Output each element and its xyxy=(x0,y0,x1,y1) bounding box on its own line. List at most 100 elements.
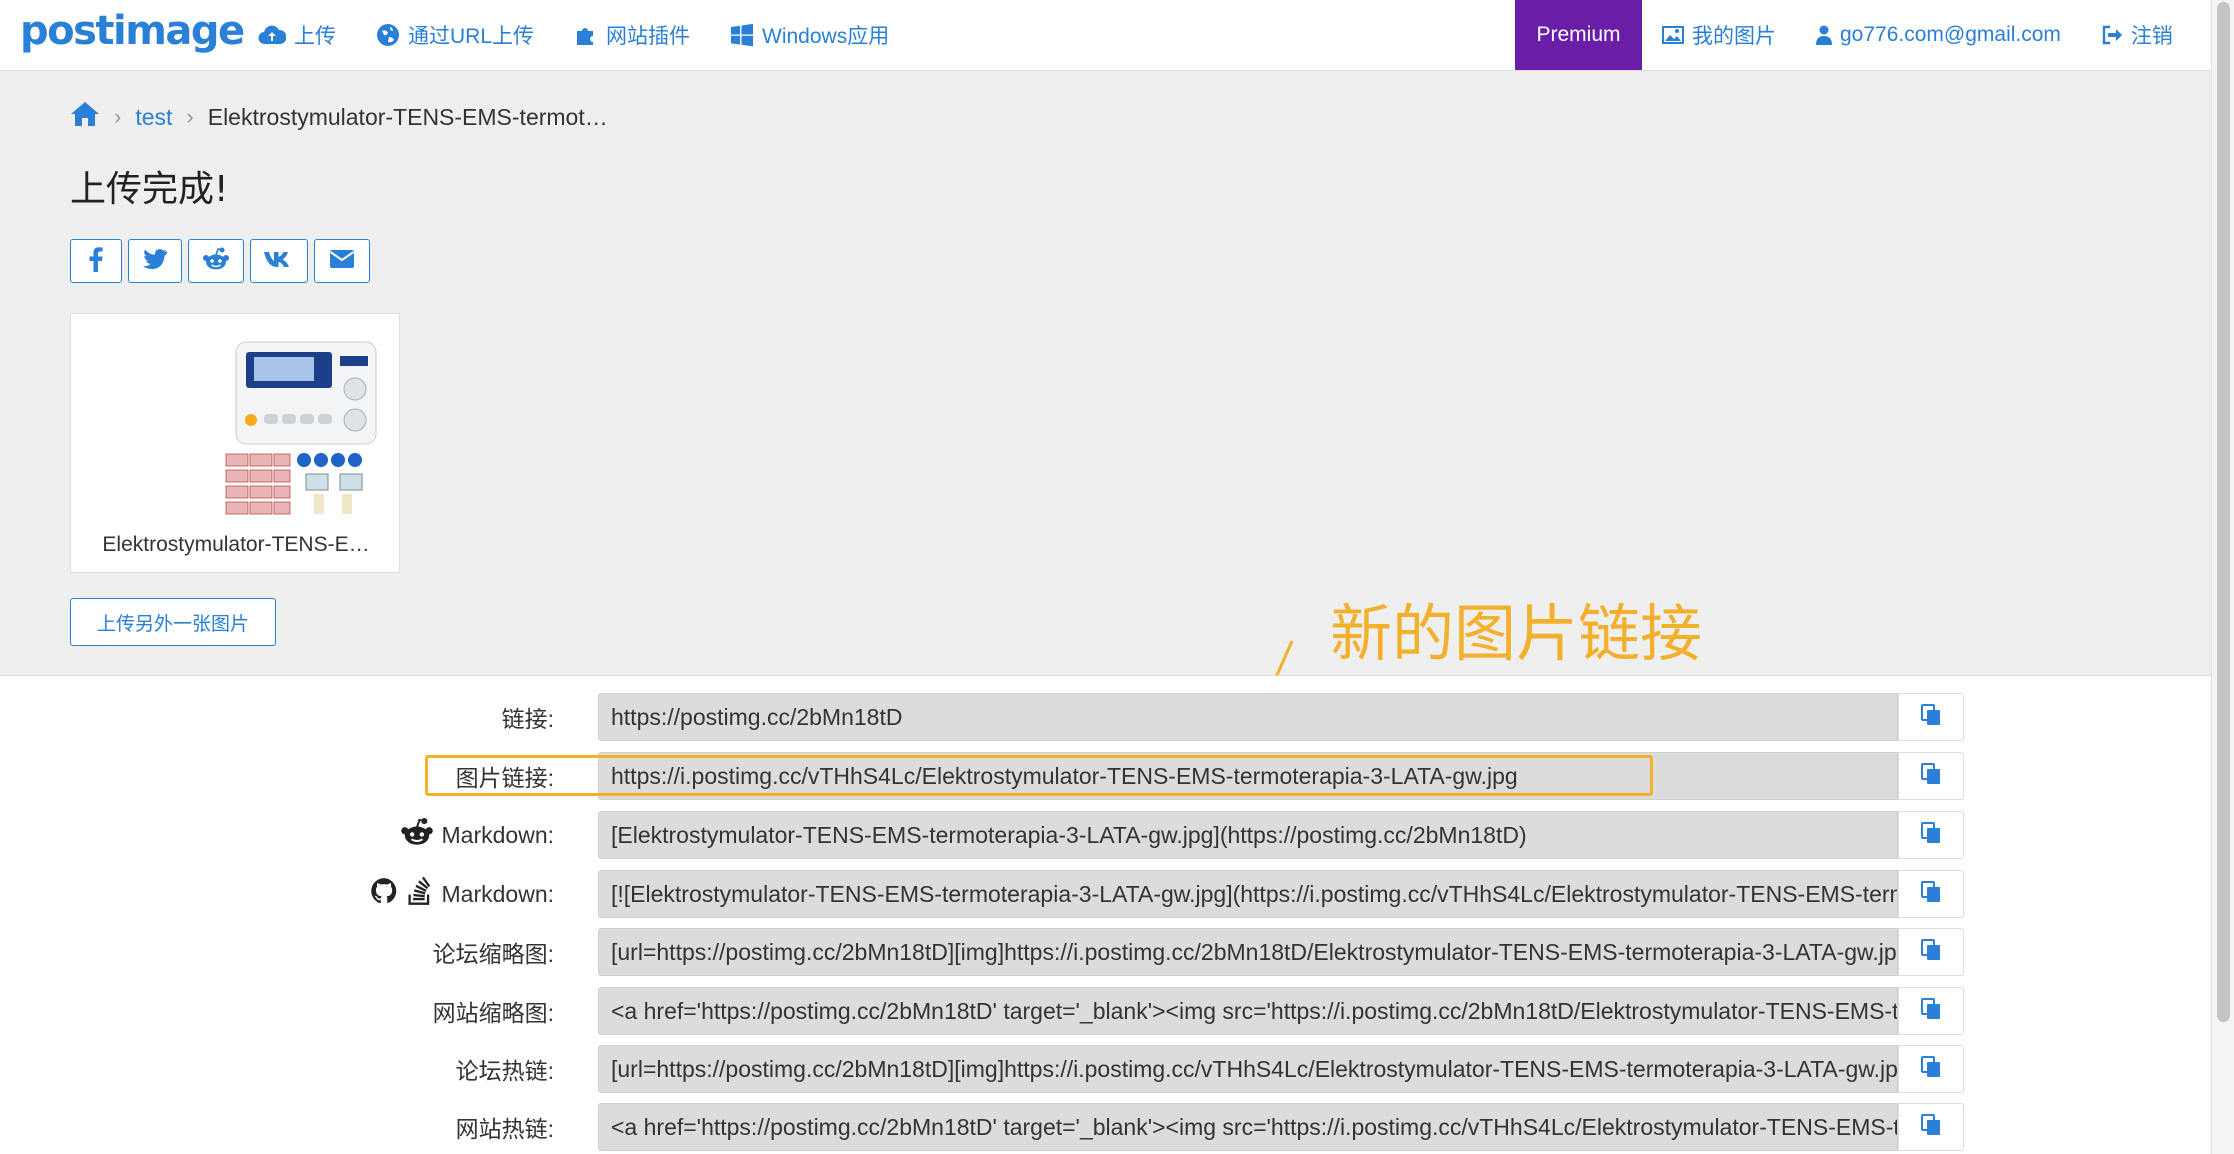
link-field[interactable]: [![Elektrostymulator-TENS-EMS-termoterap… xyxy=(598,870,1898,918)
copy-button[interactable] xyxy=(1898,987,1964,1035)
nav-user-account[interactable]: go776.com@gmail.com xyxy=(1816,23,2061,47)
breadcrumb-folder-link[interactable]: test xyxy=(135,104,172,131)
link-field[interactable]: https://i.postimg.cc/vTHhS4Lc/Elektrosty… xyxy=(598,752,1898,800)
copy-button[interactable] xyxy=(1898,1103,1964,1151)
postimage-logo[interactable]: postimage xyxy=(20,8,245,54)
image-icon xyxy=(1662,26,1684,44)
link-label-text: 论坛缩略图: xyxy=(432,941,554,967)
globe-icon xyxy=(376,23,400,47)
nav-my-images[interactable]: 我的图片 xyxy=(1662,20,1776,50)
breadcrumb: › test › Elektrostymulator-TENS-EMS-term… xyxy=(70,100,608,134)
nav-plugins-label: 网站插件 xyxy=(606,25,691,48)
breadcrumb-current: Elektrostymulator-TENS-EMS-termot… xyxy=(207,103,608,130)
thumbnail-caption: Elektrostymulator-TENS-E… xyxy=(102,533,370,556)
nav-url-upload-label: 通过URL上传 xyxy=(408,25,535,48)
link-field[interactable]: https://postimg.cc/2bMn18tD xyxy=(598,693,1898,741)
link-row-forum-hotlink: 论坛热链: [url=https://postimg.cc/2bMn18tD][… xyxy=(0,1043,2211,1095)
link-row-markdown-github: Markdown: [![Elektrostymulator-TENS-EMS-… xyxy=(0,868,2211,920)
link-row-direct: 图片链接: https://i.postimg.cc/vTHhS4Lc/Elek… xyxy=(0,750,2211,802)
page-scrollbar[interactable] xyxy=(2211,0,2234,1154)
share-vk-button[interactable] xyxy=(250,239,308,283)
nav-plugins[interactable]: 网站插件 xyxy=(574,20,690,50)
scrollbar-thumb[interactable] xyxy=(2217,2,2230,1022)
link-label: 链接: xyxy=(502,691,554,743)
link-label-text: Markdown: xyxy=(441,880,554,907)
link-row-forum-thumbnail: 论坛缩略图: [url=https://postimg.cc/2bMn18tD]… xyxy=(0,926,2211,978)
copy-icon xyxy=(1921,703,1941,731)
nav-logout[interactable]: 注销 xyxy=(2101,20,2173,50)
nav-windows-app[interactable]: Windows应用 xyxy=(730,20,889,50)
annotation-label: 新的图片链接 xyxy=(1330,597,1703,670)
nav-right: Premium 我的图片 go776.com@gmail.com 注销 xyxy=(1515,0,2173,70)
page-title: 上传完成! xyxy=(70,169,229,210)
link-field[interactable]: [url=https://postimg.cc/2bMn18tD][img]ht… xyxy=(598,928,1898,976)
nav-url-upload[interactable]: 通过URL上传 xyxy=(376,20,534,50)
nav-upload[interactable]: 上传 xyxy=(258,20,336,50)
link-label-text: 图片链接: xyxy=(455,765,554,791)
reddit-icon xyxy=(202,247,230,276)
link-label-text: 论坛热链: xyxy=(455,1058,554,1084)
link-field[interactable]: <a href='https://postimg.cc/2bMn18tD' ta… xyxy=(598,1103,1898,1151)
user-icon xyxy=(1816,25,1832,45)
uploaded-image-thumbnail[interactable] xyxy=(146,334,396,524)
link-label: Markdown: xyxy=(370,868,554,920)
link-field[interactable]: [url=https://postimg.cc/2bMn18tD][img]ht… xyxy=(598,1045,1898,1093)
link-label: 图片链接: xyxy=(456,750,554,802)
copy-button[interactable] xyxy=(1898,1045,1964,1093)
link-row-viewer: 链接: https://postimg.cc/2bMn18tD xyxy=(0,691,2211,743)
copy-icon xyxy=(1921,821,1941,849)
link-field[interactable]: [Elektrostymulator-TENS-EMS-termoterapia… xyxy=(598,811,1898,859)
link-label: 网站热链: xyxy=(456,1101,554,1153)
reddit-icon xyxy=(400,817,434,853)
link-row-website-thumbnail: 网站缩略图: <a href='https://postimg.cc/2bMn1… xyxy=(0,985,2211,1037)
link-label-text: 网站热链: xyxy=(455,1116,554,1142)
nav-windows-app-label: Windows应用 xyxy=(762,25,890,48)
share-email-button[interactable] xyxy=(314,239,370,283)
envelope-icon xyxy=(329,249,355,274)
breadcrumb-separator-icon: › xyxy=(186,104,194,129)
link-label-text: 链接: xyxy=(501,706,554,732)
link-field[interactable]: <a href='https://postimg.cc/2bMn18tD' ta… xyxy=(598,987,1898,1035)
copy-button[interactable] xyxy=(1898,870,1964,918)
vk-icon xyxy=(263,250,295,273)
copy-icon xyxy=(1921,880,1941,908)
puzzle-icon xyxy=(574,23,598,47)
nav-user-email: go776.com@gmail.com xyxy=(1840,23,2061,46)
home-icon[interactable] xyxy=(70,101,100,133)
link-label: Markdown: xyxy=(400,809,554,861)
sign-out-icon xyxy=(2101,25,2123,45)
twitter-icon xyxy=(142,248,168,274)
link-label-text: Markdown: xyxy=(441,821,554,848)
top-navbar: postimage 上传 通过URL上传 网站插件 Windows应用 Prem… xyxy=(0,0,2211,71)
share-reddit-button[interactable] xyxy=(188,239,244,283)
nav-upload-label: 上传 xyxy=(294,25,336,48)
stack-overflow-icon xyxy=(406,876,434,912)
copy-icon xyxy=(1921,1113,1941,1141)
nav-logout-label: 注销 xyxy=(2130,25,2173,48)
copy-button[interactable] xyxy=(1898,811,1964,859)
link-label: 论坛缩略图: xyxy=(433,926,554,978)
link-label: 论坛热链: xyxy=(456,1043,554,1095)
premium-button[interactable]: Premium xyxy=(1515,0,1642,70)
copy-button[interactable] xyxy=(1898,693,1964,741)
cloud-upload-icon xyxy=(258,24,286,46)
nav-my-images-label: 我的图片 xyxy=(1692,25,1776,48)
nav-left: 上传 通过URL上传 网站插件 Windows应用 xyxy=(258,0,929,70)
github-icon xyxy=(370,877,398,911)
link-label-text: 网站缩略图: xyxy=(432,1000,554,1026)
breadcrumb-separator-icon: › xyxy=(114,104,122,129)
copy-icon xyxy=(1921,762,1941,790)
share-facebook-button[interactable] xyxy=(70,239,122,283)
copy-icon xyxy=(1921,997,1941,1025)
share-twitter-button[interactable] xyxy=(128,239,182,283)
uploaded-image-card[interactable]: Elektrostymulator-TENS-E… xyxy=(70,313,400,573)
link-label: 网站缩略图: xyxy=(433,985,554,1037)
copy-button[interactable] xyxy=(1898,928,1964,976)
share-buttons xyxy=(70,239,370,283)
windows-icon xyxy=(730,23,754,47)
facebook-icon xyxy=(89,246,103,277)
link-row-website-hotlink: 网站热链: <a href='https://postimg.cc/2bMn18… xyxy=(0,1101,2211,1153)
copy-button[interactable] xyxy=(1898,752,1964,800)
link-row-markdown-reddit: Markdown: [Elektrostymulator-TENS-EMS-te… xyxy=(0,809,2211,861)
upload-another-button[interactable]: 上传另外一张图片 xyxy=(70,598,276,646)
